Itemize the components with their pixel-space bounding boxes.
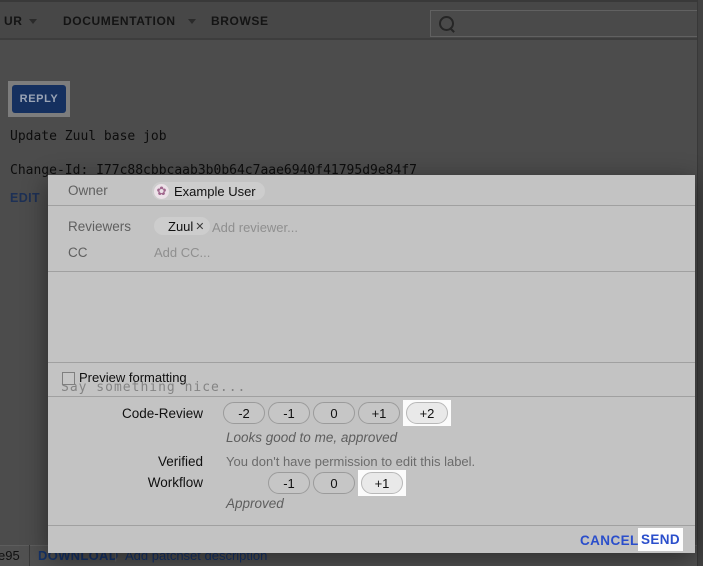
vote-button-minus2[interactable]: -2: [223, 402, 265, 424]
reviewer-chip-name: Zuul: [168, 219, 193, 234]
owner-chip: ✿ Example User: [152, 182, 265, 200]
reply-button[interactable]: REPLY: [12, 85, 66, 113]
preview-formatting-checkbox[interactable]: [62, 372, 75, 385]
scrollbar[interactable]: [697, 0, 703, 566]
nav-item-label: BROWSE: [211, 14, 269, 28]
divider: [48, 525, 695, 526]
reply-button-highlight: REPLY: [8, 81, 70, 117]
avatar: ✿: [154, 184, 169, 199]
vote-button-minus1[interactable]: -1: [268, 402, 310, 424]
divider: [48, 396, 695, 397]
vote-button-zero[interactable]: 0: [313, 402, 355, 424]
add-reviewer-input[interactable]: Add reviewer...: [212, 220, 298, 235]
workflow-buttons: -1 0 +1: [268, 470, 406, 496]
owner-label: Owner: [68, 183, 108, 198]
reply-dialog: Owner ✿ Example User Reviewers Zuul ✕ Ad…: [48, 175, 695, 553]
sha-fragment: e95: [0, 548, 20, 563]
vote-button-plus1[interactable]: +1: [361, 472, 403, 494]
nav-item-label: UR: [4, 14, 23, 28]
cancel-button[interactable]: CANCEL: [580, 533, 639, 548]
vote-button-minus1[interactable]: -1: [268, 472, 310, 494]
code-review-description: Looks good to me, approved: [226, 430, 397, 445]
edit-link[interactable]: EDIT: [10, 191, 40, 205]
send-button-highlight: SEND: [638, 528, 683, 551]
nav-item-documentation[interactable]: DOCUMENTATION: [63, 2, 196, 40]
workflow-description: Approved: [226, 496, 284, 511]
nav-item-label: DOCUMENTATION: [63, 14, 176, 28]
verified-permission-text: You don't have permission to edit this l…: [226, 454, 475, 469]
search-icon: [439, 16, 454, 31]
chevron-down-icon: [29, 19, 37, 24]
divider: [29, 545, 30, 566]
chevron-down-icon: [188, 19, 196, 24]
nav-item-ur[interactable]: UR: [4, 2, 37, 40]
screen: UR DOCUMENTATION BROWSE REPLY Update Zuu…: [0, 0, 703, 566]
code-review-buttons: -2 -1 0 +1 +2: [223, 400, 451, 426]
code-review-label: Code-Review: [48, 406, 203, 421]
reviewer-chip: Zuul ✕: [154, 217, 210, 235]
top-nav-bar: UR DOCUMENTATION BROWSE: [0, 0, 703, 40]
selected-vote-highlight: +2: [403, 400, 451, 426]
divider: [48, 205, 695, 206]
reply-message-textarea[interactable]: Say something nice...: [48, 272, 695, 362]
send-button[interactable]: SEND: [641, 532, 680, 547]
commit-message-subject: Update Zuul base job: [10, 129, 167, 144]
vote-button-plus1[interactable]: +1: [358, 402, 400, 424]
add-cc-input[interactable]: Add CC...: [154, 245, 210, 260]
reviewers-label: Reviewers: [68, 219, 131, 234]
search-input[interactable]: [430, 10, 703, 37]
vote-button-plus2[interactable]: +2: [406, 402, 448, 424]
divider: [48, 362, 695, 363]
selected-vote-highlight: +1: [358, 470, 406, 496]
vote-button-zero[interactable]: 0: [313, 472, 355, 494]
identicon-icon: ✿: [156, 184, 166, 198]
remove-reviewer-icon[interactable]: ✕: [195, 220, 204, 233]
nav-item-browse[interactable]: BROWSE: [211, 2, 269, 40]
preview-formatting-label: Preview formatting: [79, 370, 187, 385]
workflow-label: Workflow: [48, 475, 203, 490]
cc-label: CC: [68, 245, 88, 260]
owner-chip-name: Example User: [174, 184, 256, 199]
verified-label: Verified: [48, 454, 203, 469]
